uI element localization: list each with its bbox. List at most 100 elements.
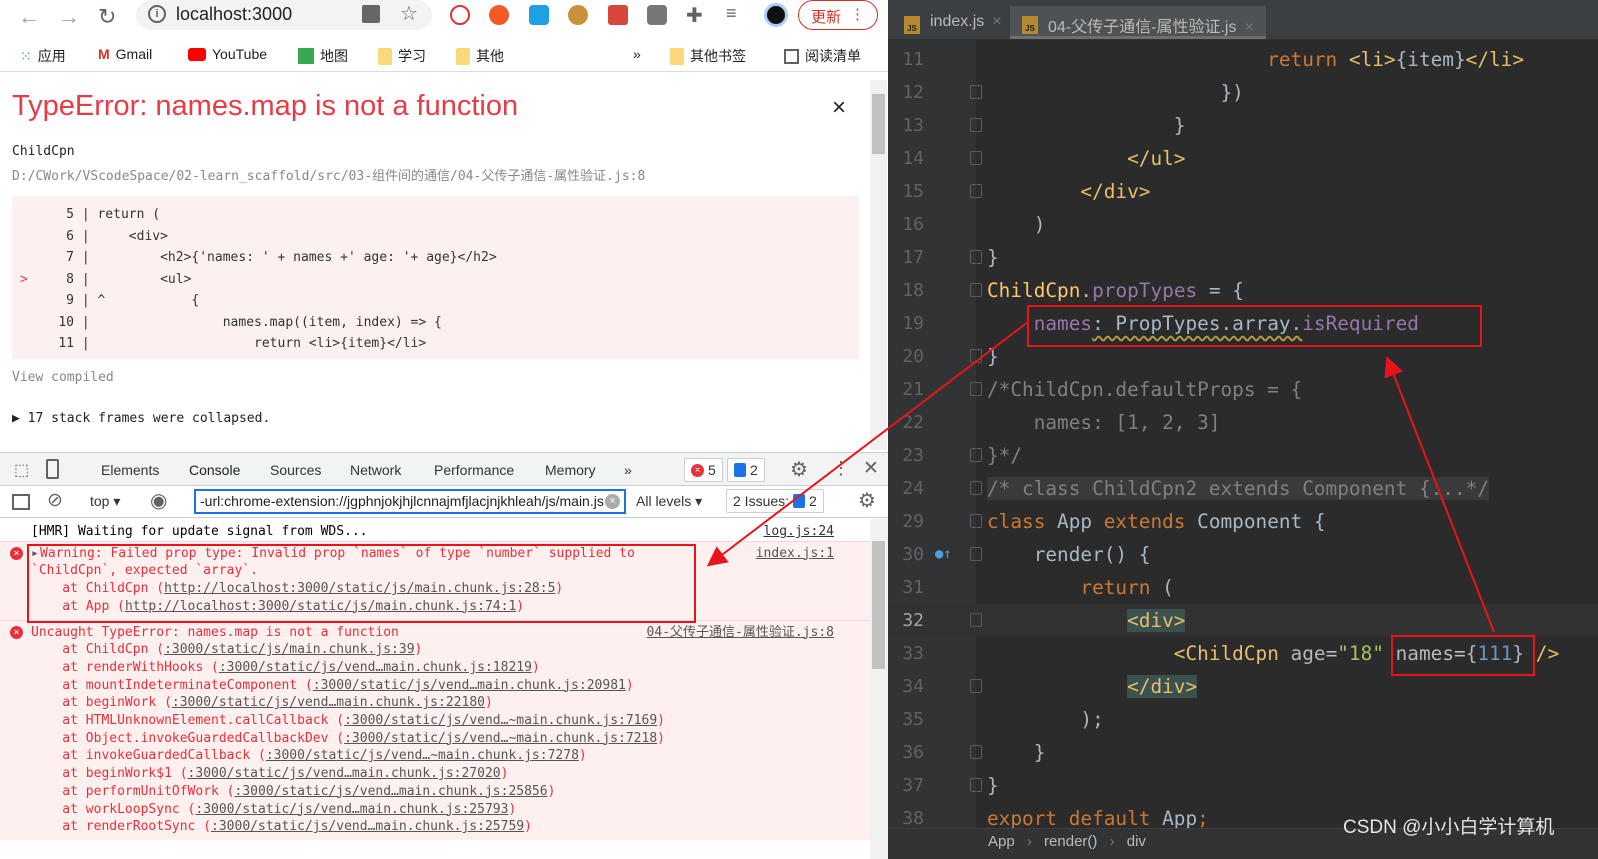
clear-filter-icon[interactable]: × [605, 494, 620, 509]
breadcrumb-item[interactable]: div [1127, 833, 1146, 850]
tab-props-validation-js[interactable]: JS 04-父传子通信-属性验证.js × [1010, 6, 1266, 39]
fold-marker-icon[interactable] [970, 613, 982, 627]
fold-marker-icon[interactable] [970, 745, 982, 759]
frame-location-link[interactable]: :3000/static/js/vend…main.chunk.js:25793 [195, 802, 508, 817]
menu-icon[interactable]: ⋮ [850, 5, 865, 23]
close-tab-icon[interactable]: × [1244, 19, 1253, 36]
star-icon[interactable]: ☆ [400, 1, 418, 26]
extension-icon[interactable] [647, 5, 667, 25]
bookmark-gmail[interactable]: M Gmail [98, 46, 152, 62]
fold-marker-icon[interactable] [970, 349, 982, 363]
bookmark-maps[interactable]: 地图 [298, 46, 348, 66]
issues-button[interactable]: 2 Issues: 2 [726, 489, 824, 513]
frame-location-link[interactable]: :3000/static/js/vend…main.chunk.js:20981 [313, 678, 626, 693]
fold-marker-icon[interactable] [970, 448, 982, 462]
frame-location-link[interactable]: :3000/static/js/vend…~main.chunk.js:7278 [266, 748, 579, 763]
reading-list[interactable]: 阅读清单 [784, 46, 861, 66]
bookmark-folder-other[interactable]: 其他 [456, 46, 504, 66]
tab-network[interactable]: Network [350, 462, 401, 478]
error-file-path[interactable]: D:/CWork/VScodeSpace/02-learn_scaffold/s… [12, 165, 645, 184]
collapsed-frames-toggle[interactable]: ▶ 17 stack frames were collapsed. [12, 411, 270, 426]
frame-location-link[interactable]: :3000/static/js/vend…main.chunk.js:25759 [211, 819, 524, 834]
close-icon[interactable]: × [832, 94, 846, 122]
source-link[interactable]: index.js:1 [756, 545, 834, 563]
back-icon[interactable]: ← [18, 4, 40, 30]
frame-location-link[interactable]: :3000/static/js/vend…main.chunk.js:25856 [235, 784, 548, 799]
fold-marker-icon[interactable] [970, 151, 982, 165]
extension-icon[interactable] [489, 5, 509, 25]
sidebar-toggle-icon[interactable] [12, 494, 30, 510]
fold-marker-icon[interactable] [970, 547, 982, 561]
breadcrumb-item[interactable]: App [988, 833, 1015, 850]
code-token: isRequired [1302, 312, 1419, 335]
frame-location-link[interactable]: :3000/static/js/main.chunk.js:39 [164, 642, 414, 657]
close-tab-icon[interactable]: × [992, 13, 1001, 30]
address-bar[interactable]: i localhost:3000 ☆ [136, 0, 432, 30]
device-toolbar-icon[interactable] [46, 459, 59, 479]
bookmark-folder-study[interactable]: 学习 [378, 46, 426, 66]
extension-icon[interactable] [529, 5, 549, 25]
fold-marker-icon[interactable] [970, 778, 982, 792]
tab-performance[interactable]: Performance [434, 462, 514, 478]
fold-marker-icon[interactable] [970, 679, 982, 693]
issue-count-badge[interactable]: 2 [727, 458, 765, 482]
log-levels-select[interactable]: All levels ▾ [636, 493, 702, 510]
forward-icon[interactable]: → [58, 4, 80, 30]
more-bookmarks-button[interactable]: » [633, 46, 641, 62]
more-options-icon[interactable]: ⋮ [832, 458, 850, 479]
fold-marker-icon[interactable] [970, 283, 982, 297]
translate-icon[interactable] [362, 5, 380, 23]
settings-icon[interactable]: ⚙ [790, 457, 808, 482]
breadcrumb-item[interactable]: render() [1044, 833, 1097, 850]
avatar[interactable] [764, 3, 788, 27]
source-link[interactable]: 04-父传子通信-属性验证.js:8 [647, 624, 834, 642]
console-settings-icon[interactable]: ⚙ [858, 488, 876, 513]
frame-location-link[interactable]: :3000/static/js/vend…main.chunk.js:22180 [172, 695, 485, 710]
console-filter-input[interactable]: -url:chrome-extension://jgphnjokjhjlcnna… [194, 489, 626, 514]
console-log-row: [HMR] Waiting for update signal from WDS… [0, 519, 870, 541]
overlay-scrollbar[interactable] [870, 80, 887, 450]
clear-console-icon[interactable]: ⊘ [47, 489, 63, 512]
fold-marker-icon[interactable] [970, 382, 982, 396]
tab-index-js[interactable]: JS index.js × [892, 6, 1002, 39]
reload-icon[interactable]: ↻ [98, 4, 116, 30]
fold-marker-icon[interactable] [970, 184, 982, 198]
console-scrollbar[interactable] [870, 519, 888, 859]
override-gutter-icon[interactable]: ●↑ [935, 538, 952, 571]
extension-icon[interactable] [608, 5, 628, 25]
expand-triangle-icon[interactable]: ▸ [31, 545, 39, 563]
frame-location-link[interactable]: :3000/static/js/vend…main.chunk.js:18219 [219, 660, 532, 675]
more-tabs-button[interactable]: » [624, 462, 632, 478]
source-link[interactable]: log.js:24 [764, 523, 834, 541]
tab-console[interactable]: Console [174, 462, 255, 488]
update-button[interactable]: 更新 ⋮ [798, 0, 878, 30]
extension-icon[interactable] [450, 5, 470, 25]
frame-location-link[interactable]: http://localhost:3000/static/js/main.chu… [125, 599, 516, 614]
puzzle-icon[interactable]: ✚ [686, 3, 703, 28]
bookmark-youtube[interactable]: YouTube [188, 46, 267, 62]
tab-sources[interactable]: Sources [270, 462, 321, 478]
tab-elements[interactable]: Elements [101, 462, 159, 478]
cookie-icon[interactable] [568, 5, 588, 25]
error-count-badge[interactable]: × 5 [684, 458, 723, 482]
context-select[interactable]: top ▾ [90, 493, 120, 510]
fold-marker-icon[interactable] [970, 85, 982, 99]
other-bookmarks[interactable]: 其他书签 [670, 46, 746, 66]
frame-location-link[interactable]: :3000/static/js/vend…~main.chunk.js:7218 [344, 731, 657, 746]
fold-marker-icon[interactable] [970, 514, 982, 528]
fold-marker-icon[interactable] [970, 250, 982, 264]
fold-marker-icon[interactable] [970, 118, 982, 132]
bookmark-apps[interactable]: ⁙ 应用 [20, 46, 66, 66]
frame-location-link[interactable]: :3000/static/js/vend…~main.chunk.js:7169 [344, 713, 657, 728]
frame-location-link[interactable]: :3000/static/js/vend…main.chunk.js:27020 [188, 766, 501, 781]
view-compiled-link[interactable]: View compiled [12, 370, 114, 385]
eye-icon[interactable]: ◉ [150, 488, 167, 513]
inspect-icon[interactable]: ⬚ [14, 460, 29, 480]
info-icon[interactable]: i [148, 5, 166, 23]
expand-fold-icon[interactable] [970, 481, 982, 495]
code-area[interactable]: 11 return <li>{item}</li> 12 }) 13 } 14 </u… [888, 43, 1598, 835]
close-devtools-icon[interactable]: ✕ [863, 457, 879, 480]
frame-location-link[interactable]: http://localhost:3000/static/js/main.chu… [164, 581, 555, 596]
media-icon[interactable]: ≡ [726, 3, 737, 24]
tab-memory[interactable]: Memory [545, 462, 596, 478]
